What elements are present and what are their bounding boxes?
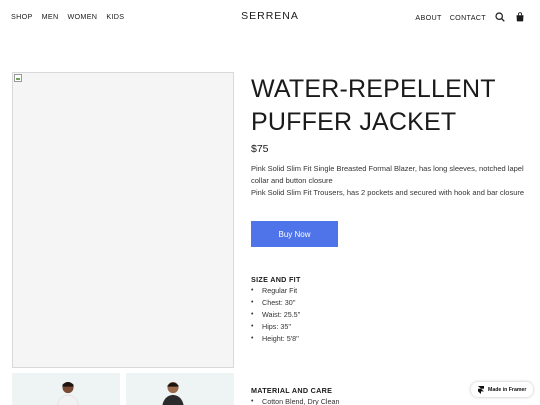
search-icon[interactable] (494, 11, 506, 23)
nav-link-contact[interactable]: CONTACT (450, 13, 486, 22)
nav-link-kids[interactable]: KIDS (106, 12, 124, 21)
badge-label: Made in Framer (488, 386, 527, 393)
list-item: • Chest: 30'' (251, 298, 296, 307)
model-photo-icon (57, 382, 79, 405)
top-navigation: SHOP MEN WOMEN KIDS SERRENA ABOUT CONTAC… (0, 0, 540, 34)
shopping-bag-icon[interactable] (514, 11, 526, 23)
buy-now-button[interactable]: Buy Now (251, 221, 338, 247)
size-fit-list: • Regular Fit • Chest: 30'' • Waist: 25.5''… (251, 285, 300, 345)
description-line: Pink Solid Slim Fit Single Breasted Form… (251, 164, 524, 185)
nav-link-women[interactable]: WOMEN (67, 12, 97, 21)
nav-link-men[interactable]: MEN (42, 12, 59, 21)
nav-link-shop[interactable]: SHOP (11, 12, 33, 21)
product-thumbnail-2[interactable] (126, 373, 234, 405)
framer-logo-icon (478, 385, 484, 394)
material-care-heading: MATERIAL AND CARE (251, 386, 333, 395)
material-care-list: • Cotton Blend, Dry Clean (251, 396, 340, 405)
list-item: • Hips: 35'' (251, 322, 292, 331)
product-thumbnail-1[interactable] (12, 373, 120, 405)
product-price: $75 (251, 143, 269, 155)
size-fit-heading: SIZE AND FIT (251, 275, 301, 284)
list-item: • Waist: 25.5'' (251, 310, 301, 319)
product-description: Pink Solid Slim Fit Single Breasted Form… (251, 163, 526, 199)
broken-image-icon (14, 74, 22, 82)
product-title: WATER-REPELLENT PUFFER JACKET (251, 75, 496, 136)
nav-link-about[interactable]: ABOUT (415, 13, 441, 22)
list-item: • Regular Fit (251, 286, 298, 295)
model-photo-icon (162, 382, 184, 405)
product-main-image[interactable] (12, 72, 234, 368)
list-item: • Height: 5'8'' (251, 334, 299, 343)
list-item: • Cotton Blend, Dry Clean (251, 397, 340, 405)
made-in-framer-badge[interactable]: Made in Framer (471, 382, 533, 397)
description-line: Pink Solid Slim Fit Trousers, has 2 pock… (251, 188, 525, 197)
utility-nav: ABOUT CONTACT (415, 11, 526, 23)
category-nav: SHOP MEN WOMEN KIDS (11, 12, 124, 21)
